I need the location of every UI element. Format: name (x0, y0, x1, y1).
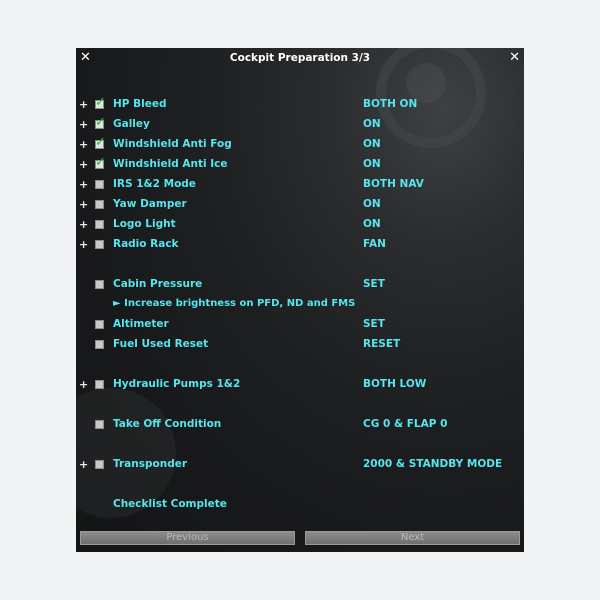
item-value: RESET (363, 338, 401, 350)
checkmark-icon: ✓ (95, 95, 106, 110)
checklist-row: + ✓ Galley ON (76, 116, 524, 133)
item-value: SET (363, 318, 385, 330)
checkbox[interactable] (95, 220, 104, 229)
checklist-row: + ✓ HP Bleed BOTH ON (76, 96, 524, 113)
item-value: SET (363, 278, 385, 290)
checkbox[interactable] (95, 380, 104, 389)
checklist-row: Fuel Used Reset RESET (76, 337, 524, 353)
item-value: ON (363, 138, 381, 150)
item-label: Hydraulic Pumps 1&2 (113, 378, 241, 390)
checklist-row: Altimeter SET (76, 317, 524, 333)
item-label: Take Off Condition (113, 418, 222, 430)
checkbox[interactable] (95, 200, 104, 209)
checkbox[interactable]: ✓ (95, 136, 106, 149)
checklist-status: Checklist Complete (76, 497, 524, 513)
item-label: Transponder (113, 458, 188, 470)
item-value: ON (363, 218, 381, 230)
checklist-row: + Transponder 2000 & STANDBY MODE (76, 457, 524, 473)
checklist-row: Take Off Condition CG 0 & FLAP 0 (76, 417, 524, 433)
expand-plus-icon[interactable]: + (79, 238, 88, 251)
previous-button[interactable]: Previous (80, 531, 295, 545)
close-icon[interactable]: ✕ (509, 51, 520, 64)
checkbox[interactable] (95, 280, 104, 289)
expand-plus-icon[interactable]: + (79, 158, 88, 171)
next-button[interactable]: Next (305, 531, 520, 545)
checkbox[interactable]: ✓ (95, 156, 106, 169)
item-value: FAN (363, 238, 386, 250)
checklist-window: ✕ Cockpit Preparation 3/3 ✕ + ✓ HP Bleed BO… (76, 48, 524, 552)
expand-plus-icon[interactable]: + (79, 178, 88, 191)
instruction-note: ► Increase brightness on PFD, ND and FMS (76, 297, 524, 313)
checklist-row: + Logo Light ON (76, 217, 524, 233)
checkbox[interactable] (95, 460, 104, 469)
item-label: Logo Light (113, 218, 176, 230)
checklist-row: + Yaw Damper ON (76, 197, 524, 213)
expand-plus-icon[interactable]: + (79, 378, 88, 391)
checklist-row: Cabin Pressure SET (76, 277, 524, 293)
checkbox[interactable] (95, 240, 104, 249)
item-label: Fuel Used Reset (113, 338, 209, 350)
item-label: Windshield Anti Ice (113, 158, 228, 170)
item-label: Cabin Pressure (113, 278, 203, 290)
title-bar: ✕ Cockpit Preparation 3/3 ✕ (76, 48, 524, 70)
checkbox[interactable] (95, 180, 104, 189)
note-text: ► Increase brightness on PFD, ND and FMS (113, 298, 356, 309)
status-text: Checklist Complete (113, 498, 227, 510)
item-value: BOTH LOW (363, 378, 427, 390)
item-value: 2000 & STANDBY MODE (363, 458, 503, 470)
expand-plus-icon[interactable]: + (79, 198, 88, 211)
item-label: Radio Rack (113, 238, 179, 250)
item-value: ON (363, 118, 381, 130)
checklist-row: + Radio Rack FAN (76, 237, 524, 253)
item-value: ON (363, 198, 381, 210)
checklist-row: + IRS 1&2 Mode BOTH NAV (76, 177, 524, 193)
checklist-row: + ✓ Windshield Anti Fog ON (76, 136, 524, 153)
expand-plus-icon[interactable]: + (79, 218, 88, 231)
checkmark-icon: ✓ (95, 155, 106, 170)
checkbox[interactable] (95, 420, 104, 429)
item-label: IRS 1&2 Mode (113, 178, 196, 190)
checkbox[interactable] (95, 320, 104, 329)
expand-plus-icon[interactable]: + (79, 98, 88, 111)
window-title: Cockpit Preparation 3/3 (229, 52, 371, 64)
checkmark-icon: ✓ (95, 115, 106, 130)
checklist-row: + Hydraulic Pumps 1&2 BOTH LOW (76, 377, 524, 393)
expand-plus-icon[interactable]: + (79, 138, 88, 151)
item-label: Galley (113, 118, 150, 130)
checkbox[interactable] (95, 340, 104, 349)
item-label: Yaw Damper (113, 198, 187, 210)
item-value: CG 0 & FLAP 0 (363, 418, 448, 430)
item-value: BOTH NAV (363, 178, 424, 190)
expand-plus-icon[interactable]: + (79, 458, 88, 471)
checkbox[interactable]: ✓ (95, 116, 106, 129)
checkmark-icon: ✓ (95, 135, 106, 150)
item-label: HP Bleed (113, 98, 167, 110)
item-value: ON (363, 158, 381, 170)
item-label: Windshield Anti Fog (113, 138, 232, 150)
checkbox[interactable]: ✓ (95, 96, 106, 109)
item-value: BOTH ON (363, 98, 418, 110)
checklist-row: + ✓ Windshield Anti Ice ON (76, 156, 524, 173)
item-label: Altimeter (113, 318, 169, 330)
expand-plus-icon[interactable]: + (79, 118, 88, 131)
